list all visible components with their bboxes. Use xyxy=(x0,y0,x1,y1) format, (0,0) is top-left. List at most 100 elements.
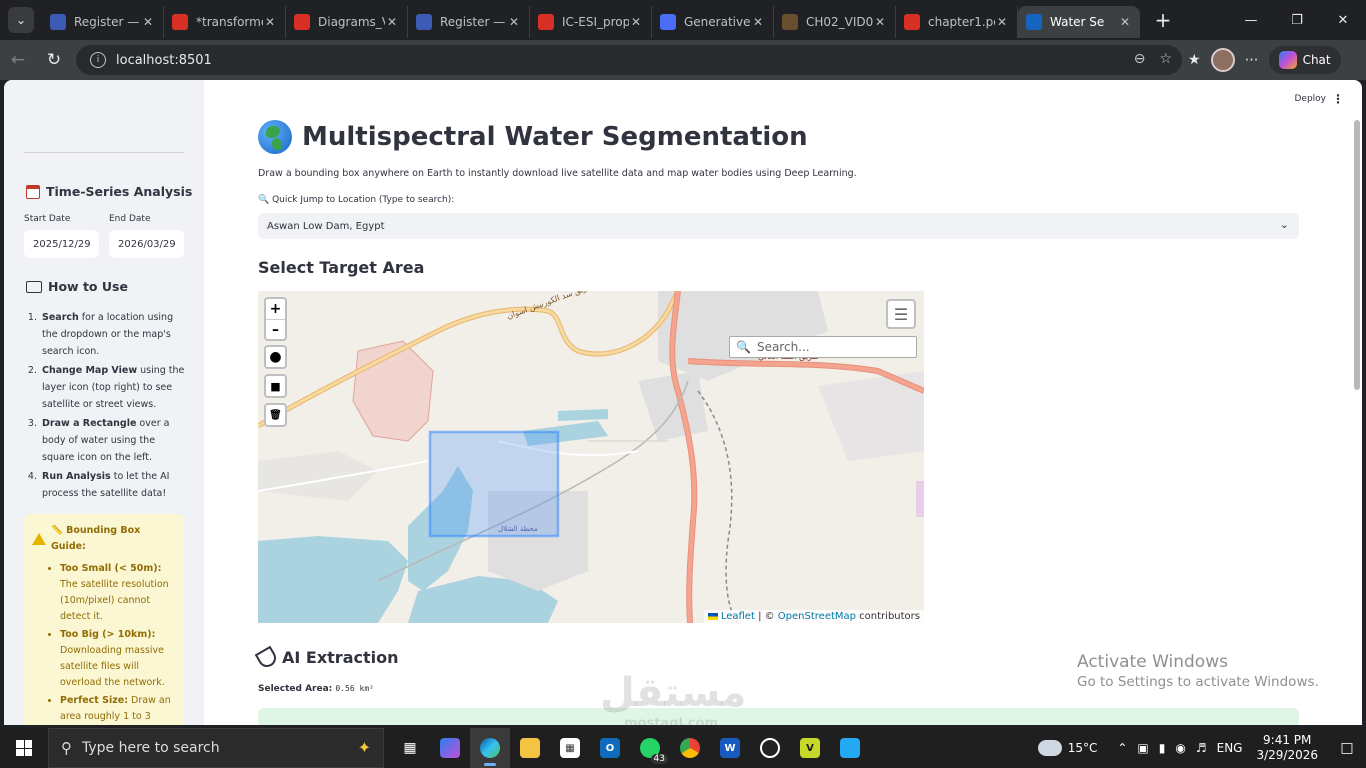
task-view-button[interactable]: ▦ xyxy=(390,728,430,768)
browser-tab[interactable]: Diagrams_V ✕ xyxy=(286,6,408,38)
location-select[interactable]: Aswan Low Dam, Egypt ⌄ xyxy=(258,213,1299,239)
volume-icon[interactable]: ♬ xyxy=(1196,741,1207,755)
osm-link[interactable]: OpenStreetMap xyxy=(778,611,856,622)
v-app-icon: V xyxy=(800,738,820,758)
vim-app-button[interactable]: V xyxy=(790,728,830,768)
vscode-icon xyxy=(840,738,860,758)
battery-icon[interactable]: ▮ xyxy=(1159,741,1166,755)
penguin-app-button[interactable] xyxy=(750,728,790,768)
taskbar-clock[interactable]: 9:41 PM 3/29/2026 xyxy=(1256,733,1318,763)
guide-item-title: Perfect Size: xyxy=(60,695,129,706)
close-tab-icon[interactable]: ✕ xyxy=(629,15,643,29)
vscode-button[interactable] xyxy=(830,728,870,768)
end-date-input[interactable]: 2026/03/29 xyxy=(109,230,184,258)
map-search-placeholder: Search... xyxy=(756,340,810,354)
browser-tab[interactable]: *transformer✕ xyxy=(164,6,286,38)
close-tab-icon[interactable]: ✕ xyxy=(385,15,399,29)
site-info-icon[interactable]: i xyxy=(90,52,106,68)
activate-windows-notice: Activate Windows Go to Settings to activ… xyxy=(1077,652,1319,690)
tab-search-button[interactable]: ⌄ xyxy=(8,7,34,33)
leaflet-link[interactable]: Leaflet xyxy=(721,611,755,622)
wifi-icon[interactable]: ◉ xyxy=(1175,741,1185,755)
browser-tab[interactable]: chapter1.pdf✕ xyxy=(896,6,1018,38)
main-menu-icon[interactable]: ⋮ xyxy=(1332,92,1344,106)
folder-icon xyxy=(520,738,540,758)
square-icon: ■ xyxy=(270,379,281,393)
store-button[interactable]: ▦ xyxy=(550,728,590,768)
copilot-taskbar-button[interactable] xyxy=(430,728,470,768)
leaflet-map[interactable]: طريق سد الكورنيش اسوان طريق السد العالي … xyxy=(258,291,924,623)
browser-tab[interactable]: IC-ESI_propo✕ xyxy=(530,6,652,38)
globe-icon xyxy=(258,120,292,154)
chevron-up-icon[interactable]: ⌃ xyxy=(1117,741,1127,755)
close-window-button[interactable]: ✕ xyxy=(1320,0,1366,40)
word-button[interactable]: W xyxy=(710,728,750,768)
layer-switcher-button[interactable]: ☰ xyxy=(886,299,916,329)
start-date-input[interactable]: 2025/12/29 xyxy=(24,230,99,258)
zoom-icon[interactable]: ⊖ xyxy=(1134,51,1146,67)
windows-taskbar: ⚲ Type here to search ✦ ▦ ▦ O 43 W V 15°… xyxy=(0,728,1366,768)
language-indicator[interactable]: ENG xyxy=(1217,741,1243,755)
map-marker-icon: ● xyxy=(269,349,282,365)
camera-icon[interactable]: ▣ xyxy=(1137,741,1148,755)
weather-widget[interactable]: 15°C xyxy=(1034,736,1097,756)
browser-tab[interactable]: Generative A✕ xyxy=(652,6,774,38)
outlook-button[interactable]: O xyxy=(590,728,630,768)
close-tab-icon[interactable]: ✕ xyxy=(751,15,765,29)
favorites-icon[interactable]: ★ xyxy=(1188,52,1201,68)
reload-button[interactable]: ↻ xyxy=(36,50,72,70)
delete-drawing-button[interactable]: 🗑 xyxy=(264,403,287,427)
timeseries-heading: Time-Series Analysis xyxy=(26,184,192,199)
profile-avatar[interactable] xyxy=(1210,48,1235,72)
close-tab-icon[interactable]: ✕ xyxy=(507,15,521,29)
figure-icon xyxy=(782,14,798,30)
draw-rectangle-button[interactable]: ■ xyxy=(264,374,287,398)
close-tab-icon[interactable]: ✕ xyxy=(1118,15,1132,29)
arrow-left-icon: ← xyxy=(10,50,26,70)
draw-marker-button[interactable]: ● xyxy=(264,345,287,369)
more-menu-icon[interactable]: ⋯ xyxy=(1245,52,1259,68)
sidebar: Time-Series Analysis Start Date End Date… xyxy=(4,80,204,725)
search-icon: ⚲ xyxy=(61,739,72,757)
tab-title: CH02_VID01 xyxy=(806,15,873,29)
copilot-icon xyxy=(440,738,460,758)
browser-tab[interactable]: Water Se ✕ xyxy=(1018,6,1140,38)
file-icon xyxy=(50,14,66,30)
edge-taskbar-button[interactable] xyxy=(470,728,510,768)
new-tab-button[interactable]: + xyxy=(1148,8,1178,32)
close-tab-icon[interactable]: ✕ xyxy=(873,15,887,29)
browser-tab[interactable]: Register — D✕ xyxy=(42,6,164,38)
notification-icon[interactable]: □ xyxy=(1332,740,1362,756)
map-attribution: Leaflet | © OpenStreetMap contributors xyxy=(703,610,924,623)
browser-tab[interactable]: CH02_VID01✕ xyxy=(774,6,896,38)
guide-item: Too Small (< 50m): The satellite resolut… xyxy=(60,561,176,625)
drawn-bounding-box[interactable] xyxy=(428,430,560,538)
maximize-button[interactable]: ❐ xyxy=(1274,0,1320,40)
browser-tab[interactable]: Register — D✕ xyxy=(408,6,530,38)
copilot-chat-button[interactable]: Chat xyxy=(1268,46,1341,74)
taskbar-search[interactable]: ⚲ Type here to search ✦ xyxy=(48,728,384,768)
file-explorer-button[interactable] xyxy=(510,728,550,768)
tab-title: Diagrams_V xyxy=(318,15,385,29)
zoom-in-button[interactable]: + xyxy=(266,299,285,319)
page-scrollbar[interactable] xyxy=(1354,120,1360,390)
address-bar[interactable]: i localhost:8501 ⊖ ☆ xyxy=(76,45,1182,75)
start-button[interactable] xyxy=(0,728,48,768)
howto-step-title: Run Analysis xyxy=(42,471,111,482)
chrome-button[interactable] xyxy=(670,728,710,768)
sparkle-icon: ✦ xyxy=(357,738,371,757)
close-tab-icon[interactable]: ✕ xyxy=(263,15,277,29)
zoom-out-button[interactable]: – xyxy=(266,319,285,339)
copilot-icon xyxy=(1278,51,1297,69)
bookmark-star-icon[interactable]: ☆ xyxy=(1159,51,1172,67)
whatsapp-button[interactable]: 43 xyxy=(630,728,670,768)
start-date-label: Start Date xyxy=(24,214,71,224)
howto-step: Change Map View using the layer icon (to… xyxy=(40,362,188,413)
back-button[interactable]: ← xyxy=(0,50,36,70)
close-tab-icon[interactable]: ✕ xyxy=(995,15,1009,29)
minimize-button[interactable]: — xyxy=(1228,0,1274,40)
map-search-input[interactable]: 🔍 Search... xyxy=(729,336,917,358)
close-tab-icon[interactable]: ✕ xyxy=(141,15,155,29)
deploy-button[interactable]: Deploy xyxy=(1294,94,1326,104)
activate-title: Activate Windows xyxy=(1077,652,1228,672)
